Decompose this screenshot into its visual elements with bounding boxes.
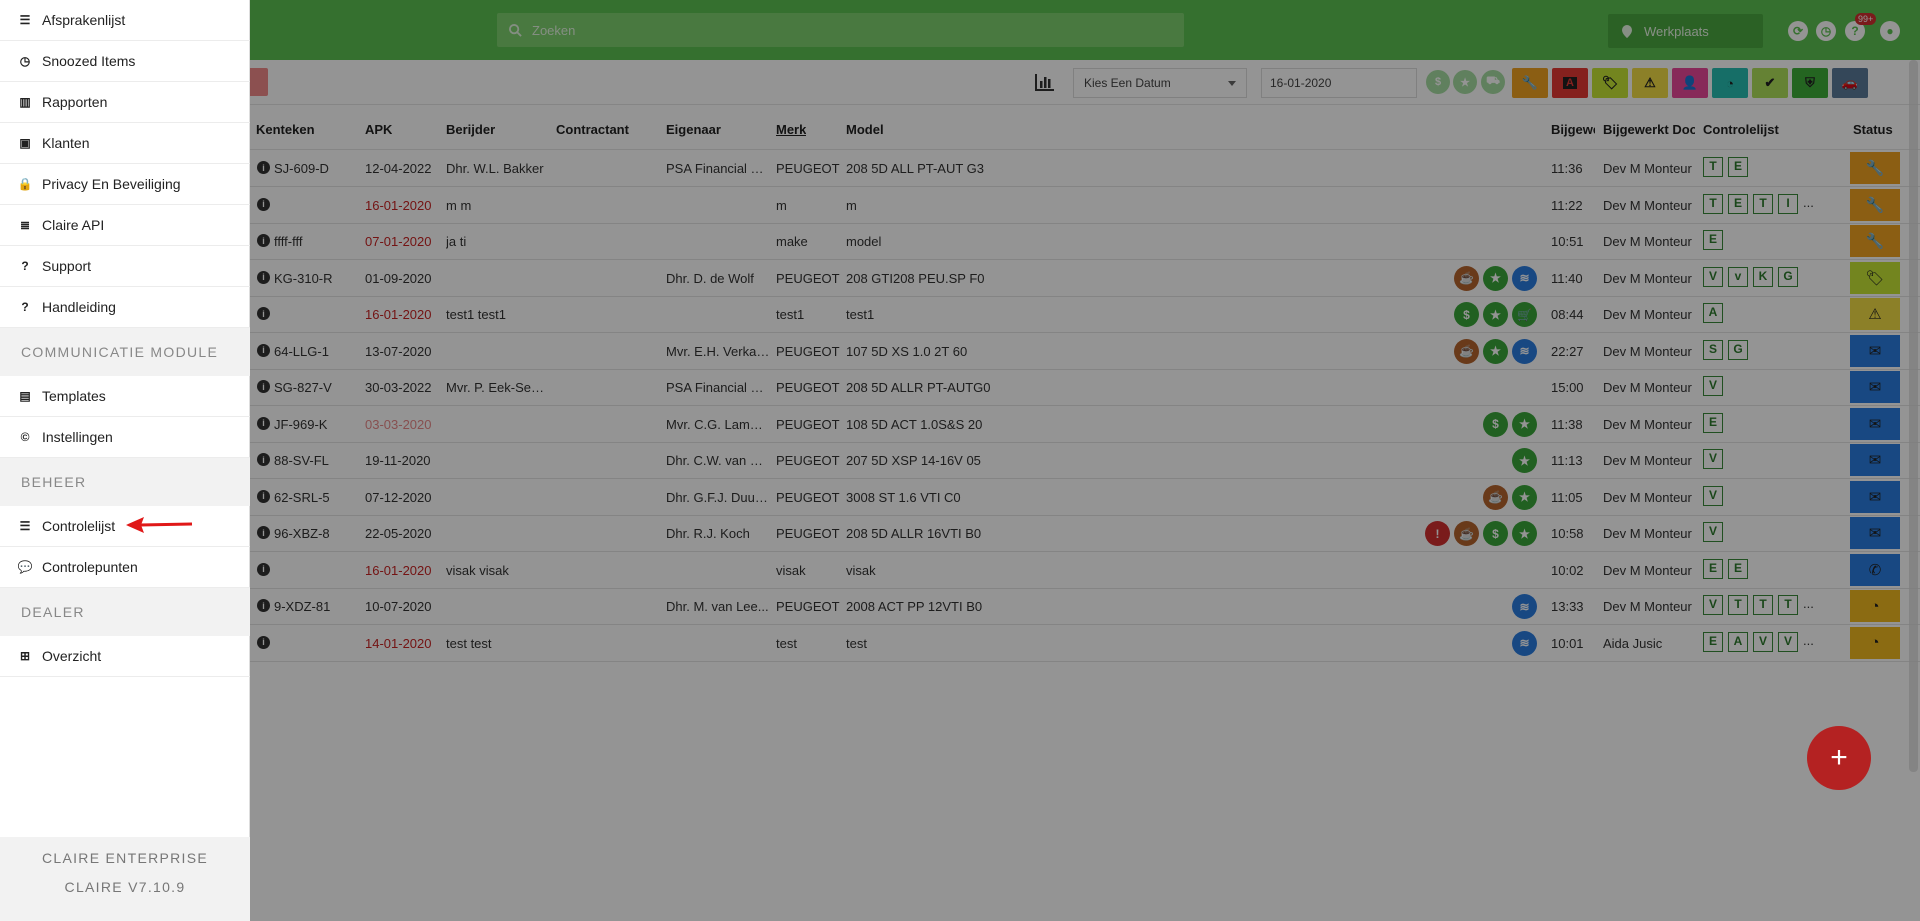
clock-icon: ◷ bbox=[19, 54, 31, 68]
section-dealer: DEALER bbox=[0, 588, 250, 636]
sidebar-item-support[interactable]: ? Support bbox=[0, 246, 250, 287]
sidebar-item-label: Claire API bbox=[42, 217, 105, 233]
lock-icon: 🔒 bbox=[17, 177, 33, 191]
red-arrow-annotation bbox=[126, 517, 193, 533]
sidebar-item-label: Support bbox=[42, 258, 92, 274]
sidebar-item-label: Klanten bbox=[42, 135, 90, 151]
bar-chart-icon: ▥ bbox=[19, 95, 31, 109]
sidebar-item-klanten[interactable]: ▣ Klanten bbox=[0, 123, 250, 164]
sidebar-item-instellingen[interactable]: © Instellingen bbox=[0, 417, 250, 458]
sidebar-item-claire-api[interactable]: ≣ Claire API bbox=[0, 205, 250, 246]
sidebar-item-label: Instellingen bbox=[42, 429, 113, 445]
sidebar-item-label: Snoozed Items bbox=[42, 53, 136, 69]
sidebar-footer: CLAIRE ENTERPRISE CLAIRE V7.10.9 bbox=[0, 837, 250, 921]
dim-overlay[interactable] bbox=[250, 0, 1920, 921]
list-icon: ☰ bbox=[19, 13, 31, 27]
server-icon: ≣ bbox=[19, 218, 31, 232]
product-name: CLAIRE ENTERPRISE bbox=[41, 850, 209, 866]
question-circle-icon: ? bbox=[21, 259, 29, 273]
sidebar-item-templates[interactable]: ▤ Templates bbox=[0, 376, 250, 417]
comment-icon: 💬 bbox=[17, 560, 33, 574]
sidebar-item-label: Controlepunten bbox=[42, 559, 138, 575]
section-communicatie-module: COMMUNICATIE MODULE bbox=[0, 328, 250, 376]
sidebar-item-label: Privacy En Beveiliging bbox=[42, 176, 181, 192]
sidebar-item-label: Afsprakenlijst bbox=[42, 12, 126, 28]
sidebar-item-controlepunten[interactable]: 💬 Controlepunten bbox=[0, 547, 250, 588]
sitemap-icon: ⊞ bbox=[19, 649, 31, 663]
id-card-icon: ▣ bbox=[19, 136, 31, 150]
sidebar-item-label: Rapporten bbox=[42, 94, 108, 110]
sidebar-item-snoozed-items[interactable]: ◷ Snoozed Items bbox=[0, 41, 250, 82]
sidebar-item-rapporten[interactable]: ▥ Rapporten bbox=[0, 82, 250, 123]
sidebar-item-label: Handleiding bbox=[42, 299, 116, 315]
sidebar-item-handleiding[interactable]: ? Handleiding bbox=[0, 287, 250, 328]
copyright-icon: © bbox=[20, 430, 30, 444]
sidebar-item-label: Overzicht bbox=[42, 648, 102, 664]
sidebar-item-overzicht[interactable]: ⊞ Overzicht bbox=[0, 636, 250, 677]
sidebar-item-privacy-en-beveiliging[interactable]: 🔒 Privacy En Beveiliging bbox=[0, 164, 250, 205]
sidebar-item-afsprakenlijst[interactable]: ☰ Afsprakenlijst bbox=[0, 0, 250, 41]
sidebar-item-label: Templates bbox=[42, 388, 106, 404]
list-ul-icon: ☰ bbox=[19, 519, 31, 533]
product-version: CLAIRE V7.10.9 bbox=[64, 879, 186, 895]
film-icon: ▤ bbox=[19, 389, 31, 403]
add-appointment-button[interactable]: + bbox=[1807, 726, 1871, 790]
section-beheer: BEHEER bbox=[0, 458, 250, 506]
question-icon: ? bbox=[21, 300, 29, 314]
sidebar: ☰ Afsprakenlijst ◷ Snoozed Items ▥ Rapporten ▣… bbox=[0, 0, 250, 921]
sidebar-item-label: Controlelijst bbox=[42, 518, 116, 534]
